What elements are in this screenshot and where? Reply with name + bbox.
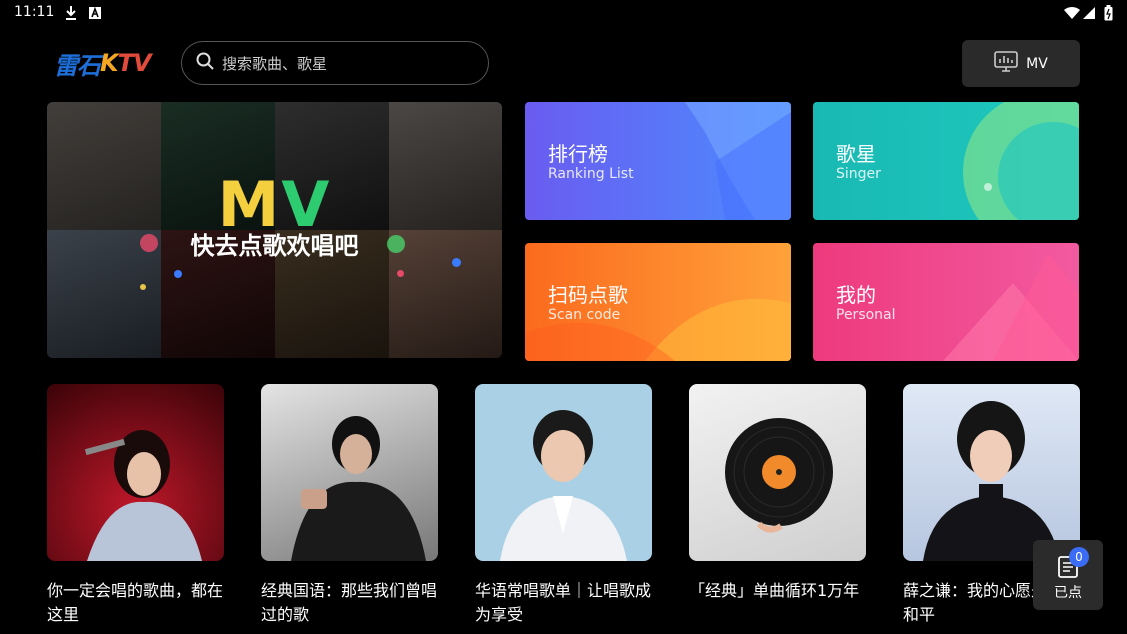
singer-card[interactable]: 歌星 Singer bbox=[813, 102, 1079, 220]
personal-title: 我的 bbox=[836, 283, 876, 307]
scan-code-subtitle: Scan code bbox=[548, 307, 621, 323]
signal-icon bbox=[1082, 5, 1096, 24]
ranking-list-subtitle: Ranking List bbox=[548, 166, 634, 182]
playlist-item[interactable]: 你一定会唱的歌曲，都在这里 bbox=[47, 384, 224, 627]
status-time: 11:11 bbox=[14, 4, 55, 20]
playlist-item[interactable]: 经典国语：那些我们曾唱过的歌 bbox=[261, 384, 438, 627]
search-input[interactable]: 搜索歌曲、歌星 bbox=[181, 41, 489, 85]
mv-banner[interactable]: MV 快去点歌欢唱吧 bbox=[47, 102, 502, 358]
decor-dot bbox=[397, 270, 404, 277]
queue-label: 已点 bbox=[1054, 585, 1082, 601]
playlist-label: 华语常唱歌单｜让唱歌成为享受 bbox=[475, 581, 652, 624]
status-bar: 11:11 bbox=[0, 0, 1127, 26]
ranking-list-title: 排行榜 bbox=[548, 142, 608, 166]
download-icon bbox=[64, 5, 78, 25]
logo-text-chinese: 雷石 bbox=[54, 51, 101, 80]
search-placeholder: 搜索歌曲、歌星 bbox=[222, 54, 328, 73]
playlist-item[interactable]: 「经典」单曲循环1万年 bbox=[689, 384, 866, 603]
app-notification-icon bbox=[88, 5, 102, 24]
playlist-item[interactable]: 华语常唱歌单｜让唱歌成为享受 bbox=[475, 384, 652, 627]
playlist-cover bbox=[261, 384, 438, 561]
playlist-cover bbox=[689, 384, 866, 561]
logo-text-tv: TV bbox=[117, 49, 152, 77]
wifi-icon bbox=[1063, 5, 1081, 24]
battery-icon bbox=[1104, 5, 1113, 25]
playlist-label: 经典国语：那些我们曾唱过的歌 bbox=[261, 581, 438, 624]
personal-card[interactable]: 我的 Personal bbox=[813, 243, 1079, 361]
tv-chart-icon bbox=[994, 50, 1018, 77]
playlist-label: 「经典」单曲循环1万年 bbox=[689, 581, 860, 600]
singer-subtitle: Singer bbox=[836, 166, 881, 182]
banner-text: 快去点歌欢唱吧 bbox=[190, 232, 359, 260]
mv-button[interactable]: MV bbox=[962, 40, 1080, 87]
ranking-list-card[interactable]: 排行榜 Ranking List bbox=[525, 102, 791, 220]
scan-code-title: 扫码点歌 bbox=[548, 283, 628, 307]
singer-title: 歌星 bbox=[836, 142, 876, 166]
personal-subtitle: Personal bbox=[836, 307, 896, 323]
decor-dot bbox=[140, 284, 146, 290]
logo-text-k: K bbox=[100, 49, 119, 77]
playlist-cover bbox=[903, 384, 1080, 561]
playlist-cover bbox=[47, 384, 224, 561]
playlist-label: 你一定会唱的歌曲，都在这里 bbox=[47, 581, 224, 624]
ktv-logo: 雷石 K TV bbox=[54, 46, 152, 80]
queue-button[interactable]: 0 已点 bbox=[1033, 540, 1103, 610]
queue-count-badge: 0 bbox=[1069, 547, 1089, 567]
mv-button-label: MV bbox=[1026, 55, 1048, 72]
decor-dot bbox=[174, 270, 182, 278]
search-icon bbox=[196, 52, 214, 74]
scan-code-card[interactable]: 扫码点歌 Scan code bbox=[525, 243, 791, 361]
playlist-cover bbox=[475, 384, 652, 561]
